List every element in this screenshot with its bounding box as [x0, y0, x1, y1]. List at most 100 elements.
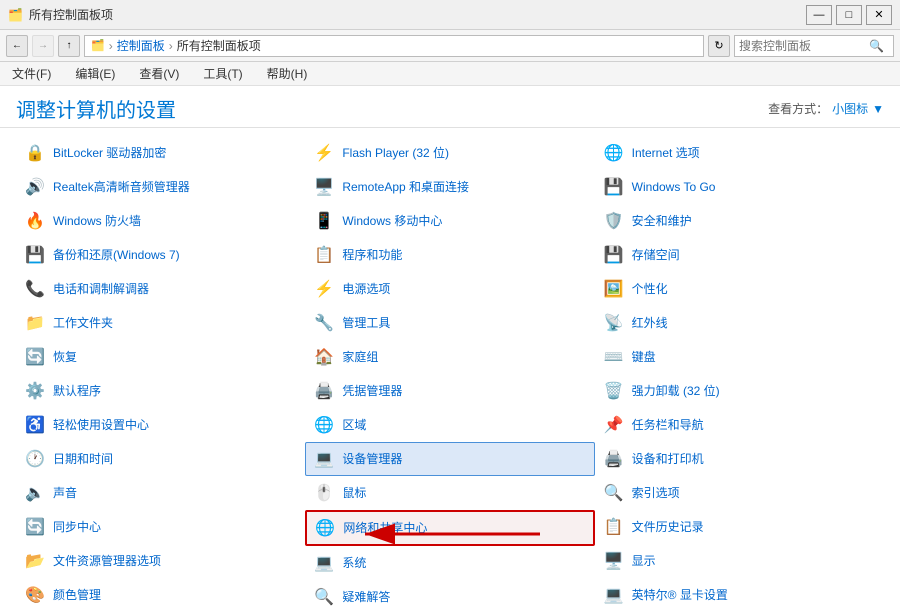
list-item[interactable]: 🔒BitLocker 驱动器加密	[16, 136, 305, 170]
minimize-button[interactable]: —	[806, 5, 832, 25]
item-icon: ⚡	[312, 277, 336, 301]
item-label: Windows To Go	[632, 180, 716, 194]
list-item[interactable]: 🌐网络和共享中心	[305, 510, 594, 546]
view-options: 查看方式： 小图标 ▼	[768, 100, 884, 117]
item-label: 管理工具	[342, 316, 390, 330]
list-item[interactable]: 🔧管理工具	[305, 306, 594, 340]
refresh-button[interactable]: ↻	[708, 35, 730, 57]
list-item[interactable]: 🔍疑难解答	[305, 580, 594, 612]
list-item[interactable]: 📡红外线	[595, 306, 884, 340]
list-item[interactable]: ⌨️键盘	[595, 340, 884, 374]
maximize-button[interactable]: □	[836, 5, 862, 25]
title-bar-controls: — □ ✕	[806, 5, 892, 25]
list-item[interactable]: 📂文件资源管理器选项	[16, 544, 305, 578]
column-2: 🌐Internet 选项💾Windows To Go🛡️安全和维护💾存储空间🖼️…	[595, 136, 884, 612]
content-area: 调整计算机的设置 查看方式： 小图标 ▼ 🔒BitLocker 驱动器加密🔊Re…	[0, 86, 900, 612]
item-icon: 🔄	[23, 515, 47, 539]
list-item[interactable]: 📱Windows 移动中心	[305, 204, 594, 238]
item-icon: 🌐	[312, 413, 336, 437]
list-item[interactable]: 💾Windows To Go	[595, 170, 884, 204]
item-icon: ⚙️	[23, 379, 47, 403]
search-box[interactable]: 🔍	[734, 35, 894, 57]
item-label: 电话和调制解调器	[53, 282, 149, 296]
list-item[interactable]: ⚙️默认程序	[16, 374, 305, 408]
item-label: 同步中心	[53, 520, 101, 534]
view-mode-link[interactable]: 小图标	[832, 100, 868, 117]
item-label: Realtek高清晰音频管理器	[53, 180, 190, 194]
address-path[interactable]: 🗂️ › 控制面板 › 所有控制面板项	[84, 35, 704, 57]
list-item[interactable]: 💻英特尔® 显卡设置	[595, 578, 884, 612]
item-label: 设备和打印机	[632, 452, 704, 466]
list-item[interactable]: 🖥️RemoteApp 和桌面连接	[305, 170, 594, 204]
list-item[interactable]: 🖱️鼠标	[305, 476, 594, 510]
list-item[interactable]: 💾存储空间	[595, 238, 884, 272]
item-icon: 💾	[602, 243, 626, 267]
list-item[interactable]: 🖥️显示	[595, 544, 884, 578]
item-icon: 🔈	[23, 481, 47, 505]
menu-file[interactable]: 文件(F)	[8, 63, 55, 84]
item-icon: 🛡️	[602, 209, 626, 233]
list-item[interactable]: 🔥Windows 防火墙	[16, 204, 305, 238]
search-input[interactable]	[739, 39, 869, 53]
list-item[interactable]: 🌐区域	[305, 408, 594, 442]
list-item[interactable]: 🖼️个性化	[595, 272, 884, 306]
list-item[interactable]: 🔍 索引选项	[595, 476, 884, 510]
menu-tools[interactable]: 工具(T)	[199, 63, 246, 84]
item-icon: 🖱️	[312, 481, 336, 505]
item-label: 家庭组	[342, 350, 378, 364]
item-icon: ⌨️	[602, 345, 626, 369]
item-label: 疑难解答	[342, 590, 390, 604]
list-item[interactable]: 💻系统	[305, 546, 594, 580]
search-icon: 🔍	[869, 39, 884, 53]
menu-help[interactable]: 帮助(H)	[263, 63, 312, 84]
list-item[interactable]: 🔄恢复	[16, 340, 305, 374]
list-item[interactable]: 🕐日期和时间	[16, 442, 305, 476]
item-icon: 🔍	[602, 481, 626, 505]
list-item[interactable]: 📌任务栏和导航	[595, 408, 884, 442]
list-item[interactable]: 🖨️设备和打印机	[595, 442, 884, 476]
item-label: 索引选项	[632, 486, 680, 500]
item-label: Internet 选项	[632, 146, 700, 160]
list-item[interactable]: 📁工作文件夹	[16, 306, 305, 340]
list-item[interactable]: ⚡Flash Player (32 位)	[305, 136, 594, 170]
list-item[interactable]: 📞 电话和调制解调器	[16, 272, 305, 306]
item-label: 设备管理器	[342, 452, 402, 466]
list-item[interactable]: ⚡电源选项	[305, 272, 594, 306]
menu-edit[interactable]: 编辑(E)	[71, 63, 119, 84]
items-container: 🔒BitLocker 驱动器加密🔊Realtek高清晰音频管理器🔥Windows…	[0, 128, 900, 612]
forward-button[interactable]: →	[32, 35, 54, 57]
back-button[interactable]: ←	[6, 35, 28, 57]
up-button[interactable]: ↑	[58, 35, 80, 57]
item-icon: 📂	[23, 549, 47, 573]
close-button[interactable]: ✕	[866, 5, 892, 25]
list-item[interactable]: 🌐 Internet 选项	[595, 136, 884, 170]
list-item[interactable]: 📋文件历史记录	[595, 510, 884, 544]
list-item[interactable]: 🔊Realtek高清晰音频管理器	[16, 170, 305, 204]
address-bar: ← → ↑ 🗂️ › 控制面板 › 所有控制面板项 ↻ 🔍	[0, 30, 900, 62]
title-bar: 🗂️ 所有控制面板项 — □ ✕	[0, 0, 900, 30]
item-icon: 💻	[602, 583, 626, 607]
item-icon: 🏠	[312, 345, 336, 369]
list-item[interactable]: 🛡️安全和维护	[595, 204, 884, 238]
page-title: 调整计算机的设置	[16, 94, 176, 123]
list-item[interactable]: 📋程序和功能	[305, 238, 594, 272]
list-item[interactable]: 💻设备管理器	[305, 442, 594, 476]
item-label: 个性化	[632, 282, 668, 296]
column-1: ⚡Flash Player (32 位)🖥️RemoteApp 和桌面连接📱Wi…	[305, 136, 594, 612]
list-item[interactable]: 🖨️凭据管理器	[305, 374, 594, 408]
item-icon: 🖥️	[312, 175, 336, 199]
list-item[interactable]: 🎨颜色管理	[16, 578, 305, 612]
item-icon: 📌	[602, 413, 626, 437]
item-icon: 📞	[23, 277, 47, 301]
list-item[interactable]: 🔄 同步中心	[16, 510, 305, 544]
list-item[interactable]: 🔈声音	[16, 476, 305, 510]
item-icon: 🌐	[602, 141, 626, 165]
item-icon: 📡	[602, 311, 626, 335]
menu-view[interactable]: 查看(V)	[135, 63, 183, 84]
list-item[interactable]: 💾备份和还原(Windows 7)	[16, 238, 305, 272]
item-label: 强力卸载 (32 位)	[632, 384, 720, 398]
view-dropdown-icon[interactable]: ▼	[872, 102, 884, 116]
list-item[interactable]: ♿轻松使用设置中心	[16, 408, 305, 442]
list-item[interactable]: 🏠 家庭组	[305, 340, 594, 374]
list-item[interactable]: 🗑️强力卸载 (32 位)	[595, 374, 884, 408]
